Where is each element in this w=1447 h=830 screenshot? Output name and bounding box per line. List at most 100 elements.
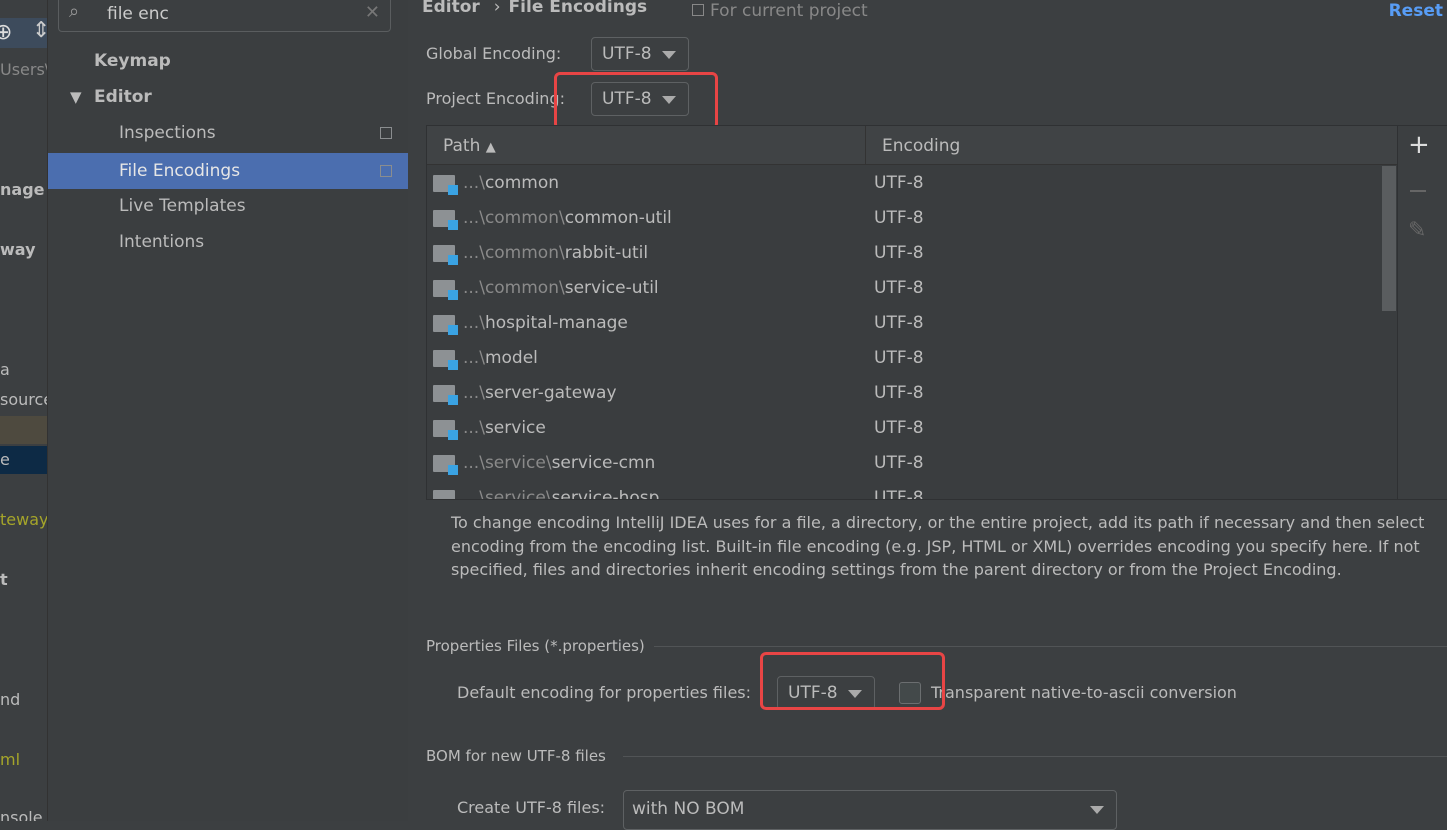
path-cell: ...\common\service-util <box>463 271 659 306</box>
path-name: rabbit-util <box>564 243 649 263</box>
sidebar-item-editor[interactable]: ▼ Editor <box>48 79 408 115</box>
sidebar-item-file-encodings[interactable]: File Encodings <box>48 153 408 189</box>
table-row[interactable]: ...\service UTF-8 <box>427 411 1382 446</box>
encoding-cell[interactable]: UTF-8 <box>874 201 924 236</box>
table-row[interactable]: ...\common\common-util UTF-8 <box>427 201 1382 236</box>
table-row[interactable]: ...\server-gateway UTF-8 <box>427 376 1382 411</box>
encoding-cell[interactable]: UTF-8 <box>874 236 924 271</box>
module-folder-icon <box>433 350 458 370</box>
scope-text: For current project <box>710 1 868 21</box>
path-prefix: ...\ <box>463 418 485 438</box>
project-scope-icon <box>380 127 392 139</box>
encoding-cell[interactable]: UTF-8 <box>874 166 924 201</box>
column-path[interactable]: Path ▲ <box>443 136 496 156</box>
path-cell: ...\common\rabbit-util <box>463 236 648 271</box>
module-folder-icon <box>433 210 458 230</box>
encoding-cell[interactable]: UTF-8 <box>874 306 924 341</box>
path-name: service-cmn <box>551 453 656 473</box>
divider <box>654 646 1447 647</box>
path-name: model <box>484 348 538 368</box>
path-cell: ...\model <box>463 341 538 376</box>
module-folder-icon <box>433 455 458 475</box>
module-folder-icon <box>433 385 458 405</box>
tree-text: nage <box>0 180 45 199</box>
path-encoding-table: Path ▲ Encoding ...\common UTF-8 ...\commo… <box>426 125 1398 500</box>
locate-icon[interactable]: ⊕ <box>0 20 12 45</box>
table-row[interactable]: ...\model UTF-8 <box>427 341 1382 376</box>
tree-selected[interactable]: e <box>0 446 47 474</box>
scrollbar[interactable] <box>1382 166 1396 311</box>
table-row[interactable]: ...\common\service-util UTF-8 <box>427 271 1382 306</box>
path-prefix: ...\ <box>463 383 485 403</box>
add-icon[interactable]: + <box>1408 130 1430 160</box>
tree-text: t <box>0 570 8 589</box>
module-folder-icon <box>433 315 458 335</box>
properties-group-title: Properties Files (*.properties) <box>426 637 645 655</box>
bom-select[interactable]: with NO BOM <box>623 790 1117 830</box>
divider <box>623 756 1447 757</box>
tree-text: source <box>0 390 48 409</box>
sidebar-item-live-templates[interactable]: Live Templates <box>48 188 408 224</box>
table-toolbar: + ✎ <box>1398 125 1447 500</box>
settings-sidebar: ⌕ file enc ✕ Keymap ▼ Editor Inspections … <box>48 0 408 821</box>
path-prefix: ...\service\ <box>463 488 552 500</box>
project-scope-icon <box>380 165 392 177</box>
encoding-cell[interactable]: UTF-8 <box>874 341 924 376</box>
tree-text: nsole <box>0 808 43 821</box>
clear-icon[interactable]: ✕ <box>365 2 380 23</box>
chevron-down-icon <box>1090 806 1104 814</box>
encoding-cell[interactable]: UTF-8 <box>874 411 924 446</box>
crumb-sep: › <box>493 0 501 17</box>
path-cell: ...\service\service-cmn <box>463 446 655 481</box>
search-icon: ⌕ <box>69 1 80 22</box>
native-to-ascii-label[interactable]: Transparent native-to-ascii conversion <box>931 683 1237 702</box>
module-folder-icon <box>433 245 458 265</box>
path-cell: ...\service\service-hosp <box>463 481 659 500</box>
settings-search[interactable]: ⌕ file enc ✕ <box>58 0 391 32</box>
path-name: common-util <box>564 208 672 228</box>
tree-text: nd <box>0 690 21 709</box>
encoding-cell[interactable]: UTF-8 <box>874 376 924 411</box>
remove-icon[interactable] <box>1410 190 1426 192</box>
properties-encoding-label: Default encoding for properties files: <box>457 683 752 702</box>
encoding-cell[interactable]: UTF-8 <box>874 271 924 306</box>
path-prefix: ...\ <box>463 313 485 333</box>
encoding-cell[interactable]: UTF-8 <box>874 446 924 481</box>
path-prefix: ...\common\ <box>463 208 565 228</box>
sidebar-item-intentions[interactable]: Intentions <box>48 224 408 260</box>
encoding-cell[interactable]: UTF-8 <box>874 481 924 499</box>
table-row[interactable]: ...\hospital-manage UTF-8 <box>427 306 1382 341</box>
search-input[interactable]: file enc <box>107 4 169 24</box>
collapse-icon[interactable]: ⇕ <box>32 18 47 43</box>
reset-link[interactable]: Reset <box>1389 1 1443 21</box>
table-header: Path ▲ Encoding <box>427 126 1397 165</box>
sort-asc-icon: ▲ <box>485 140 496 155</box>
tree-text: ml <box>0 750 21 769</box>
crumb: File Encodings <box>508 0 648 17</box>
module-folder-icon <box>433 490 455 499</box>
global-encoding-label: Global Encoding: <box>426 44 562 63</box>
help-text: To change encoding IntelliJ IDEA uses fo… <box>451 513 1425 580</box>
table-row[interactable]: ...\common\rabbit-util UTF-8 <box>427 236 1382 271</box>
path-name: hospital-manage <box>484 313 628 333</box>
column-encoding[interactable]: Encoding <box>882 136 960 156</box>
path-cell: ...\server-gateway <box>463 376 617 411</box>
table-row[interactable]: ...\service\service-hosp UTF-8 <box>427 481 1382 500</box>
table-row[interactable]: ...\common UTF-8 <box>427 166 1382 201</box>
path-prefix: ...\common\ <box>463 278 565 298</box>
global-encoding-select[interactable]: UTF-8 <box>591 37 689 71</box>
edit-icon[interactable]: ✎ <box>1408 218 1426 243</box>
path-name: common <box>484 173 559 193</box>
label: Live Templates <box>119 196 246 216</box>
sidebar-item-keymap[interactable]: Keymap <box>48 43 408 79</box>
sidebar-item-inspections[interactable]: Inspections <box>48 115 408 151</box>
toolbar: ⊕⇕ <box>0 18 47 48</box>
expand-triangle-icon[interactable]: ▼ <box>70 79 82 115</box>
path-prefix: ...\common\ <box>463 243 565 263</box>
project-scope-icon <box>692 4 704 16</box>
label: Editor <box>94 87 152 107</box>
breadcrumb: Editor › File Encodings <box>422 0 647 17</box>
tree-text: teway. <box>0 510 48 529</box>
path-name: service-util <box>564 278 659 298</box>
table-row[interactable]: ...\service\service-cmn UTF-8 <box>427 446 1382 481</box>
